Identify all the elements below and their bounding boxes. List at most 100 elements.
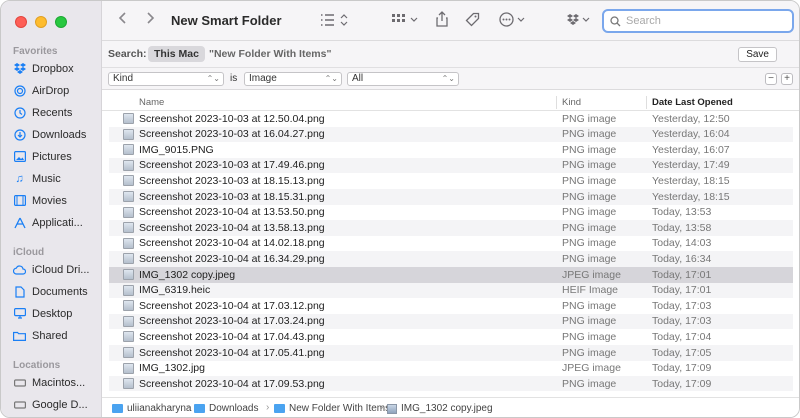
file-name: Screenshot 2023-10-04 at 17.04.43.png — [139, 330, 325, 343]
sidebar-item-label: Desktop — [32, 307, 73, 320]
image-file-icon — [123, 362, 134, 374]
path-crumb-file[interactable]: IMG_1302 copy.jpeg — [387, 403, 493, 414]
sidebar-item-airdrop[interactable]: AirDrop — [13, 84, 101, 97]
criteria-attribute-dropdown[interactable]: Kind ⌃⌄ — [108, 72, 224, 86]
file-kind: PNG image — [562, 143, 617, 156]
image-file-icon — [123, 222, 134, 234]
table-row[interactable]: Screenshot 2023-10-04 at 14.02.18.png PNG… — [109, 236, 793, 252]
zoom-window-button[interactable] — [55, 16, 67, 28]
sidebar-item-recents[interactable]: Recents — [13, 106, 101, 119]
list-view-button[interactable] — [320, 13, 350, 30]
tag-button[interactable] — [465, 12, 480, 30]
sidebar-item-label: Shared — [32, 329, 68, 342]
file-date-last-opened: Yesterday, 18:15 — [652, 174, 730, 187]
table-row[interactable]: Screenshot 2023-10-04 at 17.09.53.png PNG… — [109, 376, 793, 391]
image-file-icon — [123, 284, 134, 296]
file-name: Screenshot 2023-10-03 at 17.49.46.png — [139, 159, 325, 172]
table-row[interactable]: IMG_9015.PNG PNG image Yesterday, 16:07 — [109, 142, 793, 158]
table-row[interactable]: Screenshot 2023-10-03 at 16.04.27.png PNG… — [109, 126, 793, 143]
column-header-kind[interactable]: Kind — [562, 97, 581, 108]
image-file-icon — [123, 269, 134, 280]
image-file-icon — [123, 315, 134, 327]
sidebar-item-label: Recents — [32, 106, 73, 119]
table-row[interactable]: Screenshot 2023-10-04 at 17.05.41.png PNG… — [109, 345, 793, 361]
table-row[interactable]: IMG_1302.jpg JPEG image Today, 17:09 — [109, 361, 793, 377]
shared-folder-icon — [13, 329, 26, 342]
table-row[interactable]: IMG_1302 copy.jpeg JPEG image Today, 17:01 — [109, 267, 793, 283]
scope-this-mac-button[interactable]: This Mac — [148, 46, 205, 62]
file-name: Screenshot 2023-10-04 at 13.58.13.png — [139, 221, 325, 234]
search-field[interactable] — [602, 9, 794, 33]
add-criteria-button[interactable]: + — [781, 73, 793, 85]
chevron-left-icon — [118, 12, 126, 24]
folder-icon — [274, 404, 285, 413]
sidebar-item-downloads[interactable]: Downloads — [13, 128, 101, 141]
table-row[interactable]: Screenshot 2023-10-04 at 17.03.24.png PNG… — [109, 313, 793, 330]
column-header-date-last-opened[interactable]: Date Last Opened — [652, 97, 733, 108]
share-button[interactable] — [436, 11, 448, 30]
group-by-button[interactable] — [392, 13, 420, 30]
scope-folder-button[interactable]: "New Folder With Items" — [209, 48, 331, 60]
column-divider[interactable] — [646, 96, 647, 109]
save-search-button[interactable]: Save — [738, 47, 777, 62]
file-kind: PNG image — [562, 315, 617, 328]
remove-criteria-button[interactable]: − — [765, 73, 777, 85]
file-kind: PNG image — [562, 237, 617, 250]
more-actions-button[interactable] — [499, 12, 527, 30]
sidebar-section-locations: Locations — [13, 360, 61, 371]
sidebar-item-applications[interactable]: Applicati... — [13, 216, 101, 229]
sidebar-item-pictures[interactable]: Pictures — [13, 150, 101, 163]
minimize-window-button[interactable] — [35, 16, 47, 28]
image-file-icon — [123, 128, 134, 140]
criteria-value-dropdown[interactable]: Image ⌃⌄ — [244, 72, 342, 86]
file-date-last-opened: Today, 17:09 — [652, 362, 712, 375]
table-row[interactable]: Screenshot 2023-10-04 at 17.03.12.png PNG… — [109, 298, 793, 314]
sidebar-item-dropbox[interactable]: Dropbox — [13, 62, 101, 75]
table-row[interactable]: IMG_6319.heic HEIF Image Today, 17:01 — [109, 282, 793, 299]
table-row[interactable]: Screenshot 2023-10-03 at 12.50.04.png PNG… — [109, 111, 793, 127]
image-file-icon — [387, 403, 397, 414]
close-window-button[interactable] — [15, 16, 27, 28]
criteria-subvalue-dropdown[interactable]: All ⌃⌄ — [347, 72, 459, 86]
path-crumb-home[interactable]: uliianakharyna — [112, 403, 192, 414]
search-input[interactable] — [626, 15, 776, 27]
file-name: IMG_1302.jpg — [139, 362, 205, 375]
image-file-icon — [123, 191, 134, 202]
updown-chevron-icon: ⌃⌄ — [206, 74, 220, 83]
dropbox-icon — [567, 14, 590, 25]
sidebar-item-desktop[interactable]: Desktop — [13, 307, 101, 320]
forward-button[interactable] — [145, 11, 155, 28]
document-icon — [13, 285, 26, 298]
dropbox-menu-button[interactable] — [567, 13, 591, 29]
file-date-last-opened: Yesterday, 12:50 — [652, 112, 730, 125]
image-file-icon — [123, 347, 134, 358]
sidebar-item-macintosh-hd[interactable]: Macintos... — [13, 376, 101, 389]
file-kind: PNG image — [562, 190, 617, 203]
table-row[interactable]: Screenshot 2023-10-03 at 17.49.46.png PNG… — [109, 157, 793, 174]
sidebar-item-shared[interactable]: Shared — [13, 329, 101, 342]
sidebar-item-label: Music — [32, 172, 61, 185]
table-row[interactable]: Screenshot 2023-10-03 at 18.15.31.png PNG… — [109, 189, 793, 205]
column-header-name[interactable]: Name — [139, 97, 164, 108]
sidebar-item-documents[interactable]: Documents — [13, 285, 101, 298]
file-date-last-opened: Yesterday, 17:49 — [652, 159, 730, 172]
table-row[interactable]: Screenshot 2023-10-04 at 17.04.43.png PNG… — [109, 329, 793, 345]
table-row[interactable]: Screenshot 2023-10-04 at 13.58.13.png PNG… — [109, 220, 793, 236]
dropbox-icon — [13, 62, 26, 75]
path-crumb-folder[interactable]: New Folder With Items — [274, 403, 390, 414]
table-row[interactable]: Screenshot 2023-10-04 at 13.53.50.png PNG… — [109, 205, 793, 221]
back-button[interactable] — [118, 11, 128, 28]
column-divider[interactable] — [556, 96, 557, 109]
file-name: Screenshot 2023-10-03 at 16.04.27.png — [139, 128, 325, 141]
download-icon — [13, 128, 26, 141]
table-row[interactable]: Screenshot 2023-10-04 at 16.34.29.png PNG… — [109, 251, 793, 267]
file-name: Screenshot 2023-10-04 at 17.09.53.png — [139, 377, 325, 390]
file-name: Screenshot 2023-10-04 at 14.02.18.png — [139, 237, 325, 250]
path-crumb-downloads[interactable]: Downloads — [194, 403, 258, 414]
table-row[interactable]: Screenshot 2023-10-03 at 18.15.13.png PNG… — [109, 173, 793, 189]
sidebar-item-movies[interactable]: Movies — [13, 194, 101, 207]
home-folder-icon — [112, 404, 123, 413]
sidebar-item-google-drive[interactable]: Google D... — [13, 398, 101, 411]
sidebar-item-music[interactable]: ♫ Music — [13, 172, 101, 185]
sidebar-item-icloud-drive[interactable]: iCloud Dri... — [13, 263, 101, 276]
